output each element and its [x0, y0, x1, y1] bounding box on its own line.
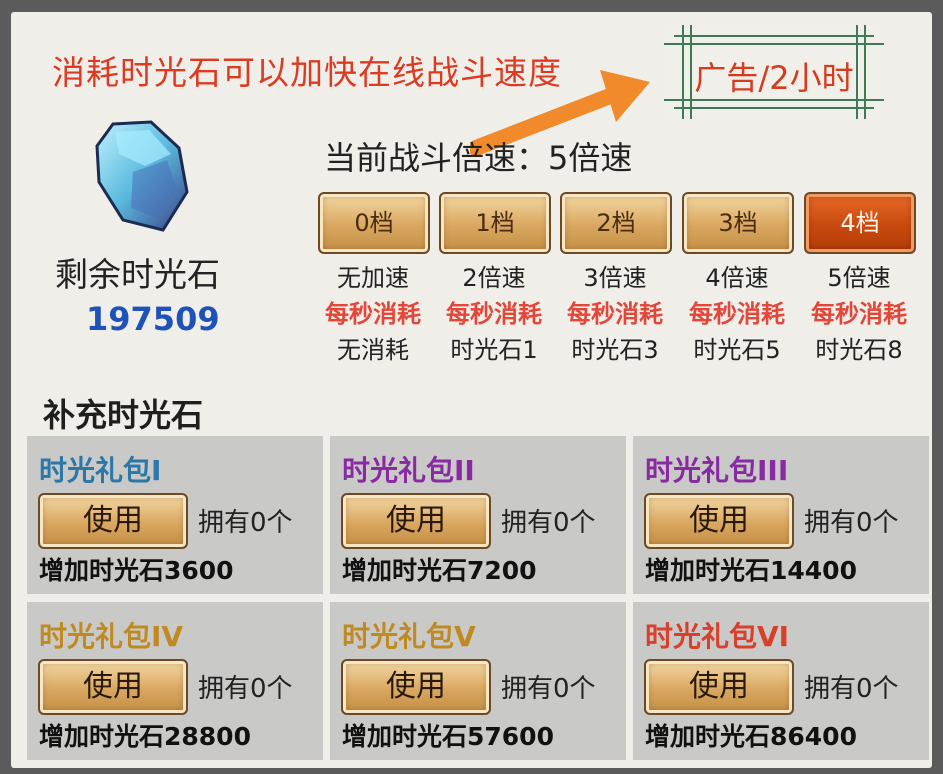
use-button[interactable]: 使用 — [644, 659, 794, 715]
tier-4: 4档 5倍速 每秒消耗 时光石8 — [804, 192, 916, 365]
owned-count: 拥有0个 — [501, 674, 596, 704]
tier-speed: 3倍速 — [583, 264, 647, 292]
pack-card-5: 时光礼包V 使用 拥有0个 增加时光石57600 — [330, 602, 626, 760]
pack-name: 时光礼包II — [342, 454, 475, 487]
tier-1-button[interactable]: 1档 — [439, 192, 551, 254]
tier-cost-label: 每秒消耗 — [689, 300, 785, 328]
headline-text: 消耗时光石可以加快在线战斗速度 — [52, 53, 562, 92]
tier-cost-label: 每秒消耗 — [567, 300, 663, 328]
tier-speed: 无加速 — [337, 264, 409, 292]
pack-name: 时光礼包IV — [39, 620, 184, 653]
use-button[interactable]: 使用 — [341, 493, 491, 549]
ad-button-label: 广告/2小时 — [694, 59, 854, 97]
ad-frame-line — [664, 43, 884, 45]
time-stone-icon — [95, 120, 189, 232]
tier-cost-label: 每秒消耗 — [325, 300, 421, 328]
owned-count: 拥有0个 — [804, 508, 899, 538]
tier-2: 2档 3倍速 每秒消耗 时光石3 — [560, 192, 672, 365]
pack-card-3: 时光礼包III 使用 拥有0个 增加时光石14400 — [633, 436, 929, 594]
owned-count: 拥有0个 — [198, 508, 293, 538]
owned-count: 拥有0个 — [501, 508, 596, 538]
remaining-value: 197509 — [86, 300, 220, 338]
tier-cost: 时光石5 — [693, 336, 781, 364]
tier-3: 3档 4倍速 每秒消耗 时光石5 — [682, 192, 794, 365]
use-button[interactable]: 使用 — [644, 493, 794, 549]
tier-cost: 时光石3 — [571, 336, 659, 364]
tier-cost: 时光石1 — [450, 336, 538, 364]
tier-speed: 4倍速 — [705, 264, 769, 292]
pack-gain: 增加时光石3600 — [39, 556, 234, 585]
pack-card-6: 时光礼包VI 使用 拥有0个 增加时光石86400 — [633, 602, 929, 760]
tier-cost: 无消耗 — [337, 336, 409, 364]
pack-name: 时光礼包VI — [645, 620, 790, 653]
tier-0-button[interactable]: 0档 — [318, 192, 430, 254]
pack-card-1: 时光礼包I 使用 拥有0个 增加时光石3600 — [27, 436, 323, 594]
use-button[interactable]: 使用 — [38, 493, 188, 549]
tier-cost-label: 每秒消耗 — [811, 300, 907, 328]
pack-name: 时光礼包V — [342, 620, 476, 653]
tier-cost-label: 每秒消耗 — [446, 300, 542, 328]
pack-card-4: 时光礼包IV 使用 拥有0个 增加时光石28800 — [27, 602, 323, 760]
tier-speed: 2倍速 — [462, 264, 526, 292]
pack-gain: 增加时光石57600 — [342, 722, 554, 751]
pack-gain: 增加时光石28800 — [39, 722, 251, 751]
pack-name: 时光礼包I — [39, 454, 162, 487]
tier-0: 0档 无加速 每秒消耗 无消耗 — [318, 192, 430, 365]
tier-4-button[interactable]: 4档 — [804, 192, 916, 254]
remaining-label: 剩余时光石 — [55, 255, 220, 294]
pack-name: 时光礼包III — [645, 454, 789, 487]
owned-count: 拥有0个 — [804, 674, 899, 704]
pack-gain: 增加时光石86400 — [645, 722, 857, 751]
pack-gain: 增加时光石14400 — [645, 556, 857, 585]
pack-gain: 增加时光石7200 — [342, 556, 537, 585]
owned-count: 拥有0个 — [198, 674, 293, 704]
use-button[interactable]: 使用 — [341, 659, 491, 715]
tier-3-button[interactable]: 3档 — [682, 192, 794, 254]
ad-button[interactable]: 广告/2小时 — [664, 25, 884, 119]
use-button[interactable]: 使用 — [38, 659, 188, 715]
pack-card-2: 时光礼包II 使用 拥有0个 增加时光石7200 — [330, 436, 626, 594]
tier-speed: 5倍速 — [827, 264, 891, 292]
ad-frame-line — [664, 99, 884, 101]
current-speed-text: 当前战斗倍速：5倍速 — [324, 139, 633, 177]
tier-cost: 时光石8 — [815, 336, 903, 364]
section-title: 补充时光石 — [43, 396, 204, 434]
tier-2-button[interactable]: 2档 — [560, 192, 672, 254]
tier-1: 1档 2倍速 每秒消耗 时光石1 — [439, 192, 551, 365]
